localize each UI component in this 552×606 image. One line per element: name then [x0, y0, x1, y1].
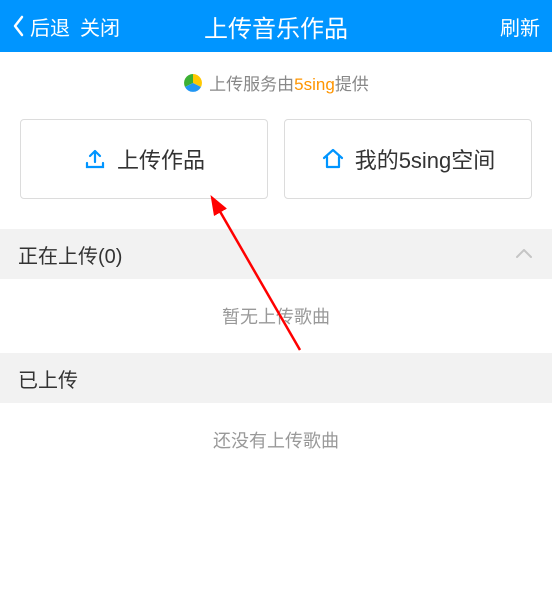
provider-text: 上传服务由5sing提供 [209, 70, 369, 95]
uploaded-empty-text: 还没有上传歌曲 [0, 403, 552, 477]
close-button[interactable]: 关闭 [80, 12, 120, 41]
my-space-button[interactable]: 我的5sing空间 [284, 119, 532, 199]
app-header: 后退 关闭 上传音乐作品 刷新 [0, 0, 552, 52]
uploading-section-label: 正在上传(0) [18, 240, 122, 269]
uploaded-section-header[interactable]: 已上传 [0, 353, 552, 403]
chevron-left-icon[interactable] [12, 14, 26, 38]
upload-icon [83, 147, 107, 171]
action-buttons-row: 上传作品 我的5sing空间 [0, 119, 552, 199]
upload-work-button[interactable]: 上传作品 [20, 119, 268, 199]
upload-work-label: 上传作品 [117, 143, 205, 175]
page-title: 上传音乐作品 [204, 9, 348, 44]
refresh-button[interactable]: 刷新 [500, 12, 540, 41]
back-button[interactable]: 后退 [30, 12, 70, 41]
provider-suffix: 提供 [335, 75, 369, 94]
back-group: 后退 关闭 [12, 12, 120, 41]
uploading-empty-text: 暂无上传歌曲 [0, 279, 552, 353]
provider-bar: 上传服务由5sing提供 [0, 52, 552, 119]
provider-prefix: 上传服务由 [209, 75, 294, 94]
chevron-up-icon [514, 244, 534, 264]
provider-brand: 5sing [294, 75, 335, 94]
uploaded-section-label: 已上传 [18, 364, 78, 393]
my-space-label: 我的5sing空间 [355, 143, 496, 175]
home-icon [321, 147, 345, 171]
uploading-section-header[interactable]: 正在上传(0) [0, 229, 552, 279]
provider-logo-icon [183, 73, 203, 93]
